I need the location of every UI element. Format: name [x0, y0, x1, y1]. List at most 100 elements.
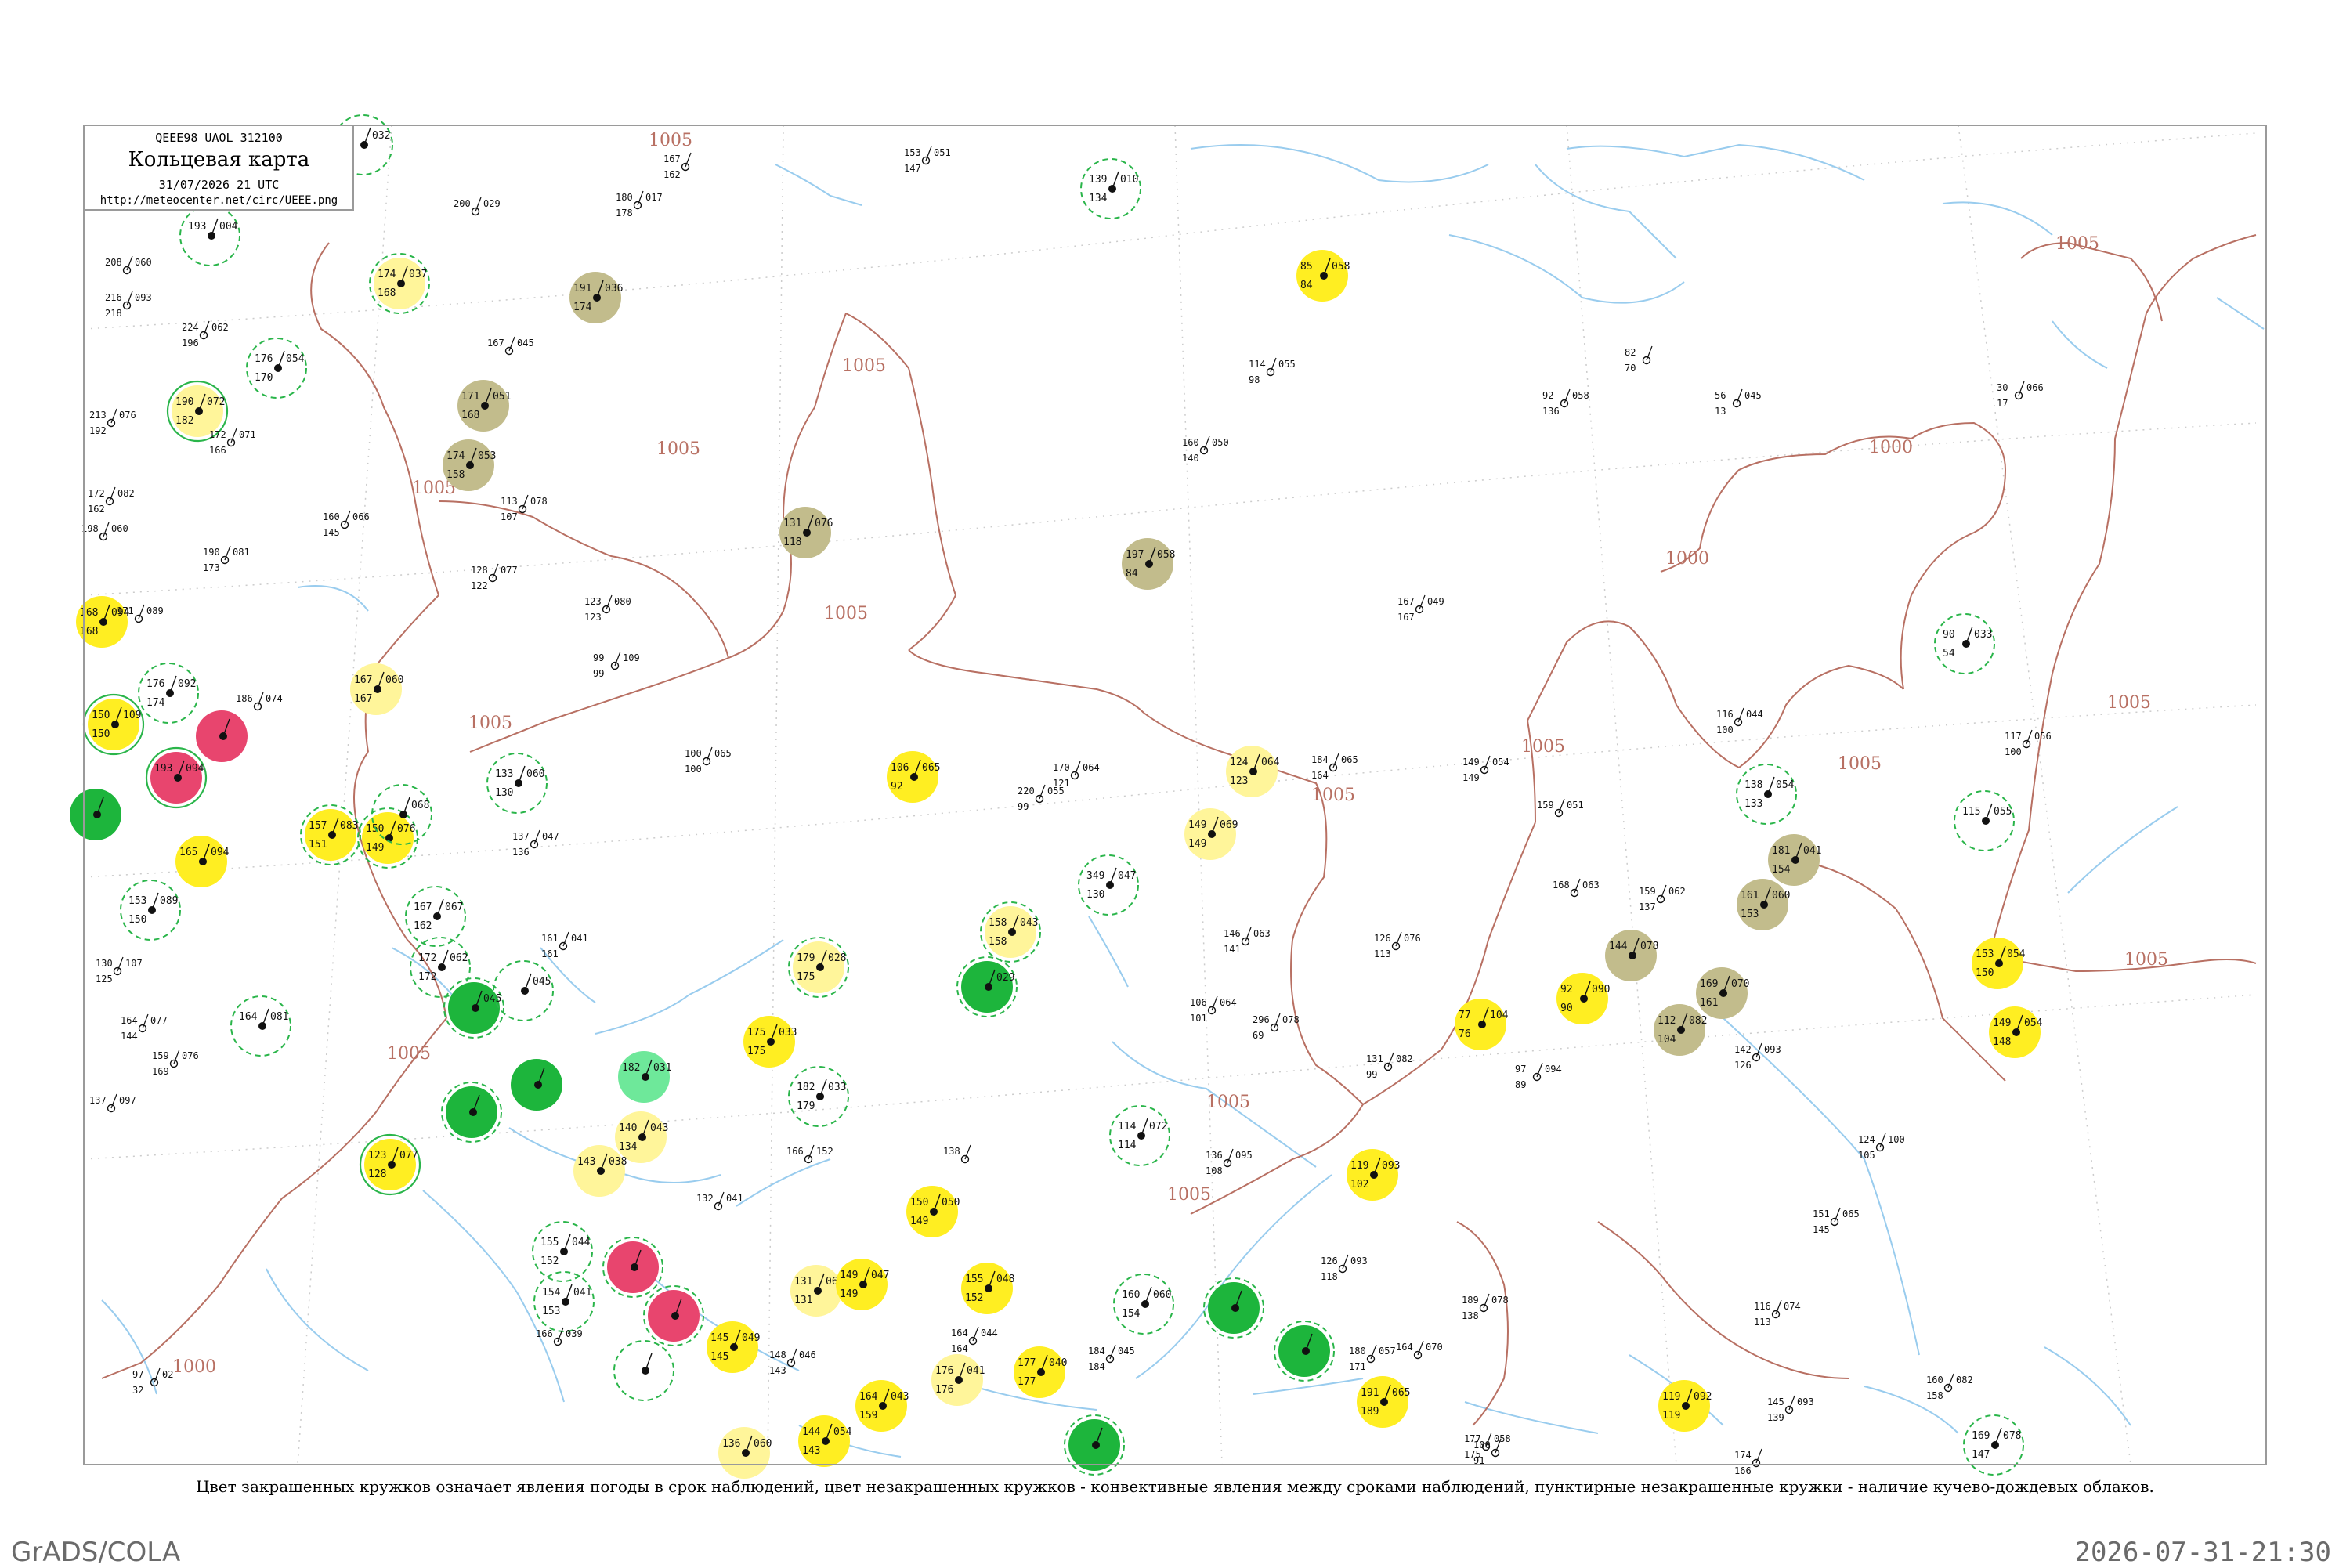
station-dewpoint: 161 [1700, 997, 1718, 1009]
station-temperature: 181 [1772, 845, 1790, 857]
isobar-label: 1005 [649, 131, 692, 150]
station-pressure: 032 [372, 130, 390, 142]
station-temperature: 126 [1374, 933, 1391, 944]
station-pressure: 092 [1694, 1391, 1712, 1403]
station-dewpoint: 168 [461, 410, 479, 421]
station-temperature: 191 [573, 283, 591, 294]
station-pressure: 054 [286, 353, 305, 365]
station-dewpoint: 113 [1754, 1317, 1771, 1328]
station-pressure: 028 [828, 952, 846, 964]
station-pressure: 048 [996, 1274, 1014, 1285]
station-pressure: 039 [566, 1328, 583, 1339]
station-dewpoint: 143 [769, 1365, 786, 1376]
station-dewpoint: 101 [1190, 1013, 1207, 1024]
station-dewpoint: 130 [495, 787, 513, 799]
station-pressure: 045 [1118, 1346, 1135, 1357]
station-pressure: 044 [981, 1328, 998, 1339]
station-temperature: 182 [622, 1062, 640, 1074]
station-temperature: 77 [1459, 1010, 1471, 1021]
isobar-label: 1000 [1665, 549, 1709, 569]
station-temperature: 213 [89, 410, 107, 421]
station-marker: 150 150 109 [82, 693, 145, 756]
station-temperature: 124 [1858, 1134, 1875, 1145]
station-temperature: 186 [236, 693, 253, 704]
station-temperature: 131 [794, 1276, 812, 1288]
station-temperature: 176 [935, 1365, 953, 1377]
station-pressure: 041 [967, 1365, 985, 1377]
station-temperature: 137 [512, 831, 530, 842]
station-dewpoint: 174 [573, 302, 592, 313]
station-temperature: 159 [1537, 800, 1554, 811]
station-temperature: 123 [584, 596, 602, 607]
station-pressure: 043 [650, 1122, 668, 1134]
station-pressure: 070 [1426, 1342, 1443, 1353]
station-temperature: 180 [616, 192, 633, 203]
station-pressure: 064 [1261, 757, 1280, 768]
station-temperature: 184 [1088, 1346, 1105, 1357]
station-marker [643, 1285, 704, 1346]
station-dewpoint: 104 [1658, 1034, 1676, 1046]
station-temperature: 190 [203, 547, 220, 558]
station-temperature: 175 [747, 1027, 765, 1039]
station-pressure: 045 [483, 993, 501, 1005]
isobar-label: 1005 [2055, 234, 2099, 254]
station-pressure: 068 [411, 800, 429, 811]
station-temperature: 126 [1321, 1255, 1338, 1266]
station-dewpoint: 158 [446, 469, 465, 481]
station-pressure: 040 [1049, 1357, 1067, 1369]
station-temperature: 149 [1993, 1017, 2011, 1029]
station-temperature: 150 [92, 710, 110, 721]
station-dewpoint: 153 [542, 1306, 560, 1317]
station-temperature: 144 [802, 1426, 821, 1438]
station-pressure: 074 [266, 693, 283, 704]
station-temperature: 158 [989, 917, 1007, 929]
station-pressure: 083 [340, 820, 358, 832]
station-dewpoint: 118 [783, 537, 801, 548]
station-temperature: 56 [1715, 390, 1726, 401]
station-dewpoint: 100 [2005, 746, 2022, 757]
station-pressure: 049 [742, 1332, 760, 1344]
station-temperature: 171 [117, 605, 134, 616]
isobar-label: 1005 [1311, 786, 1355, 805]
station-temperature: 155 [965, 1274, 983, 1285]
station-dewpoint: 76 [1459, 1028, 1471, 1040]
station-temperature: 115 [1962, 806, 1980, 818]
station-marker [1064, 1414, 1125, 1476]
station-pressure: 047 [871, 1270, 889, 1281]
station-temperature: 224 [182, 322, 199, 333]
station-pressure: 070 [1731, 978, 1749, 990]
station-marker [511, 1059, 562, 1111]
station-temperature: 114 [1249, 359, 1266, 370]
station-pressure: 065 [1392, 1387, 1410, 1399]
station-temperature: 208 [105, 257, 122, 268]
station-dewpoint: 161 [541, 948, 559, 959]
isobar-label: 1005 [2107, 693, 2151, 713]
station-pressure: 053 [478, 450, 496, 462]
station-dewpoint: 189 [1361, 1406, 1379, 1418]
isobar-label: 1005 [2124, 950, 2168, 970]
station-marker: 157 151 083 [300, 804, 361, 865]
station-pressure: 031 [653, 1062, 671, 1074]
station-temperature: 161 [541, 933, 559, 944]
station-dewpoint: 168 [80, 626, 98, 638]
station-marker: 174 168 037 [369, 253, 430, 314]
map-title: Кольцевая карта [128, 148, 310, 172]
station-dewpoint: 149 [366, 842, 384, 854]
station-dewpoint: 162 [414, 920, 432, 932]
station-dewpoint: 176 [935, 1384, 953, 1396]
station-temperature: 166 [536, 1328, 553, 1339]
station-pressure: 077 [150, 1015, 168, 1026]
station-temperature: 159 [152, 1050, 169, 1061]
station-dewpoint: 174 [146, 697, 165, 709]
station-pressure: 082 [1956, 1375, 1973, 1386]
station-dewpoint: 167 [354, 693, 372, 705]
station-pressure: 067 [445, 901, 463, 913]
station-pressure: 080 [614, 596, 631, 607]
render-timestamp: 2026-07-31-21:30 [2074, 1537, 2331, 1568]
station-marker: 158 158 043 [980, 901, 1041, 963]
station-temperature: 180 [1349, 1346, 1366, 1357]
station-pressure: 094 [211, 847, 230, 858]
station-pressure: 036 [605, 283, 623, 294]
station-temperature: 143 [577, 1156, 595, 1168]
station-pressure: 060 [385, 674, 403, 686]
